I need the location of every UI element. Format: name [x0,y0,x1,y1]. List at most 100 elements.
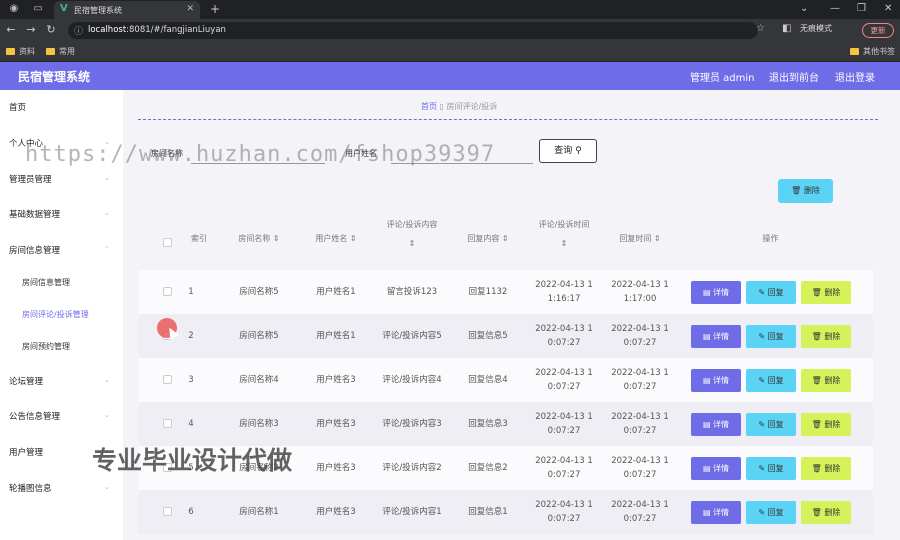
cell-reply-time: 2022-04-13 1 0:07:27 [611,324,669,348]
select-all-checkbox[interactable] [163,238,172,247]
sidebar-subitem-room-info[interactable]: 房间信息管理 [22,277,70,288]
delete-button[interactable]: 🗑︎ 删除 [801,281,851,304]
promo-overlay-text: 专业毕业设计代做 [92,446,293,475]
sidebar-subitem-room-booking[interactable]: 房间预约管理 [22,341,70,352]
watermark-text: https://www.huzhan.com/fshop39397 [25,142,496,167]
delete-button[interactable]: 🗑︎ 删除 [801,369,851,392]
sidebar-item-rooms[interactable]: 房间信息管理 [9,244,60,256]
edit-icon: ✎ [758,464,766,473]
detail-button[interactable]: ▤ 详情 [691,457,741,480]
edit-icon: ✎ [758,288,766,297]
sidebar-subitem-room-comments[interactable]: 房间评论/投诉管理 [22,309,89,320]
cell-room-name: 房间名称5 [239,331,279,341]
header-room-name[interactable]: 房间名称 ⇕ [220,209,298,269]
reply-button[interactable]: ✎ 回复 [746,281,796,304]
detail-button[interactable]: ▤ 详情 [691,325,741,348]
close-window-icon[interactable]: ✕ [884,3,892,14]
reply-button[interactable]: ✎ 回复 [746,457,796,480]
sidebar-item-users[interactable]: 用户管理 [9,446,43,458]
update-button[interactable]: 更新 [862,23,894,38]
forward-icon[interactable]: → [24,23,38,36]
cell-content: 评论/投诉内容2 [382,463,442,473]
sidepanel-icon[interactable]: ◧ [782,23,791,34]
bookmark-folder-ziliao[interactable]: 资料 [6,46,35,57]
sidebar-item-admin[interactable]: 管理员管理 [9,173,52,185]
header-reply[interactable]: 回复内容 ⇕ [450,209,526,269]
cell-reply: 回复信息5 [468,331,508,341]
batch-delete-button[interactable]: 🗑︎ 删除 [778,179,833,203]
tab-close-icon[interactable]: ✕ [186,4,194,14]
sidebar-item-forum[interactable]: 论坛管理 [9,375,43,387]
app-title: 民宿管理系统 [18,70,91,84]
detail-button[interactable]: ▤ 详情 [691,281,741,304]
cell-index: 4 [188,419,194,429]
back-icon[interactable]: ← [4,23,18,36]
tab-search-icon[interactable]: ⌄ [800,3,808,14]
cell-comment-time: 2022-04-13 1 0:07:27 [535,412,593,436]
table-row: 1 房间名称5 用户姓名1 留言投诉123 回复1132 2022-04-13 1 1:16… [138,270,873,314]
reply-button[interactable]: ✎ 回复 [746,369,796,392]
detail-button[interactable]: ▤ 详情 [691,369,741,392]
delete-button[interactable]: 🗑︎ 删除 [801,413,851,436]
detail-icon: ▤ [702,288,711,297]
browser-menu-icon[interactable]: ◉ [8,3,20,15]
reply-button[interactable]: ✎ 回复 [746,413,796,436]
cell-reply: 回复信息2 [468,463,508,473]
header-reply-time[interactable]: 回复时间 ⇕ [602,209,678,269]
reload-icon[interactable]: ↻ [44,23,58,36]
other-bookmarks[interactable]: 其他书签 [850,46,895,57]
detail-button[interactable]: ▤ 详情 [691,501,741,524]
bookmark-star-icon[interactable]: ☆ [756,23,765,34]
sidebar-item-carousel[interactable]: 轮播图信息 [9,482,52,494]
cell-user-name: 用户姓名3 [316,507,356,517]
header-comment-time[interactable]: 评论/投诉时间 ⇕ [526,209,602,269]
trash-icon: 🗑︎ [811,508,822,517]
incognito-label: 无痕模式 [800,24,832,33]
breadcrumb-separator-icon: ▯ [439,102,447,111]
bookmark-folder-changyong[interactable]: 常用 [46,46,75,57]
row-checkbox[interactable] [163,507,172,516]
breadcrumb-current: 房间评论/投诉 [446,102,498,111]
site-info-icon[interactable]: ⓘ [74,24,83,37]
maximize-icon[interactable]: ❐ [857,3,866,14]
cell-reply: 回复信息4 [468,375,508,385]
delete-button[interactable]: 🗑︎ 删除 [801,457,851,480]
cell-room-name: 房间名称1 [239,507,279,517]
reply-button[interactable]: ✎ 回复 [746,501,796,524]
cell-index: 1 [188,287,194,297]
chevron-down-icon: ⌄ [104,483,110,491]
table-row: 2 房间名称5 用户姓名1 评论/投诉内容5 回复信息5 2022-04-13 1 0:07… [138,314,873,358]
logout-link[interactable]: 退出登录 [835,69,875,84]
edit-icon: ✎ [758,508,766,517]
breadcrumb-home[interactable]: 首页 [421,102,437,111]
header-content[interactable]: 评论/投诉内容 ⇕ [374,209,450,269]
trash-icon: 🗑︎ [811,420,822,429]
sort-icon: ⇕ [501,234,509,243]
browser-tab[interactable]: V 民宿管理系统 ✕ [54,1,200,19]
header-user-name[interactable]: 用户姓名 ⇕ [298,209,374,269]
row-checkbox[interactable] [163,419,172,428]
back-to-frontend-link[interactable]: 退出到前台 [769,69,819,84]
row-checkbox[interactable] [163,375,172,384]
delete-button[interactable]: 🗑︎ 删除 [801,501,851,524]
row-checkbox[interactable] [163,287,172,296]
new-tab-icon[interactable]: + [210,2,220,16]
tab-list-icon[interactable]: ▭ [32,3,44,15]
cell-reply-time: 2022-04-13 1 1:17:00 [611,280,669,304]
sidebar-item-notices[interactable]: 公告信息管理 [9,410,60,422]
dashed-divider [138,119,878,120]
delete-button[interactable]: 🗑︎ 删除 [801,325,851,348]
cell-reply: 回复1132 [468,287,508,297]
reply-button[interactable]: ✎ 回复 [746,325,796,348]
cell-index: 6 [188,507,194,517]
url-field[interactable]: ⓘ localhost:8081/#/fangjianLiuyan [68,22,758,39]
detail-button[interactable]: ▤ 详情 [691,413,741,436]
cell-reply-time: 2022-04-13 1 0:07:27 [611,412,669,436]
query-button[interactable]: 查询 ⚲ [539,139,597,163]
trash-icon: 🗑︎ [811,376,822,385]
table-row: 6 房间名称1 用户姓名3 评论/投诉内容1 回复信息1 2022-04-13 1 0:07… [138,490,873,534]
sidebar-item-home[interactable]: 首页 [9,101,26,113]
minimize-icon[interactable]: — [830,3,840,14]
sidebar-item-basic-data[interactable]: 基础数据管理 [9,208,60,220]
detail-icon: ▤ [702,332,711,341]
